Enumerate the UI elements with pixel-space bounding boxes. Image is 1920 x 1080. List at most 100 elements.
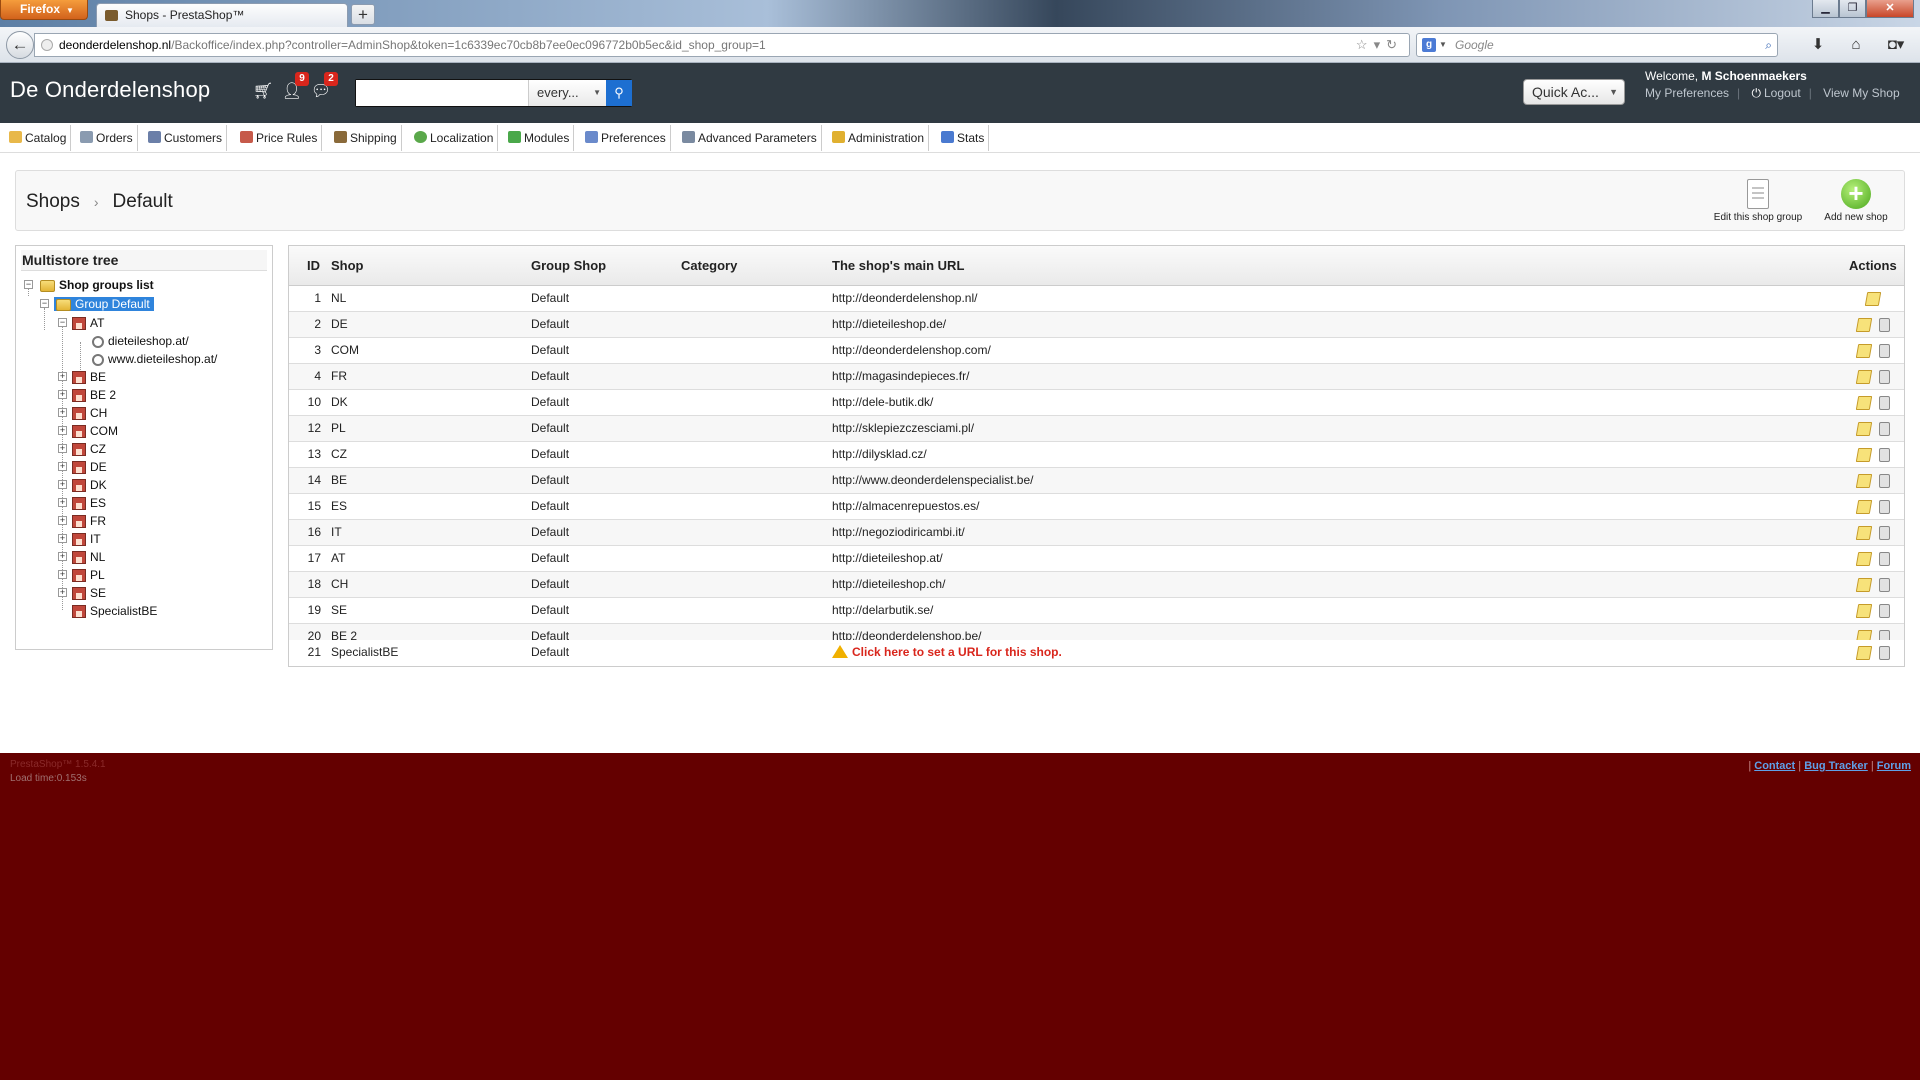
delete-trash-icon[interactable]: [1879, 396, 1890, 410]
expand-toggle-icon[interactable]: +: [58, 426, 67, 435]
delete-trash-icon[interactable]: [1879, 578, 1890, 592]
delete-trash-icon[interactable]: [1879, 370, 1890, 384]
edit-pencil-icon[interactable]: [1855, 578, 1873, 592]
tree-node-shop[interactable]: + FR: [56, 512, 106, 530]
tree-node-shop-at[interactable]: − AT: [56, 314, 104, 332]
delete-trash-icon[interactable]: [1879, 604, 1890, 618]
menu-item-customers[interactable]: Customers: [142, 125, 228, 151]
edit-shop-group-button[interactable]: Edit this shop group: [1708, 179, 1808, 223]
column-header-main-url[interactable]: The shop's main URL: [832, 246, 964, 286]
search-icon[interactable]: ⌕: [1765, 34, 1772, 56]
edit-pencil-icon[interactable]: [1855, 474, 1873, 488]
edit-pencil-icon[interactable]: [1855, 552, 1873, 566]
expand-toggle-icon[interactable]: +: [58, 372, 67, 381]
table-row[interactable]: 3 COM Default http://deonderdelenshop.co…: [289, 338, 1904, 364]
expand-toggle-icon[interactable]: +: [58, 516, 67, 525]
tree-node-shop[interactable]: + IT: [56, 530, 101, 548]
quick-access-select[interactable]: Quick Ac... ▼: [1523, 79, 1625, 105]
menu-item-catalog[interactable]: Catalog: [3, 125, 72, 151]
messages-icon[interactable]: 💬︎ 2: [310, 72, 338, 101]
delete-trash-icon[interactable]: [1879, 552, 1890, 566]
expand-toggle-icon[interactable]: +: [58, 552, 67, 561]
edit-pencil-icon[interactable]: [1864, 292, 1882, 306]
table-row[interactable]: 19 SE Default http://delarbutik.se/: [289, 598, 1904, 624]
table-row[interactable]: 16 IT Default http://negoziodiricambi.it…: [289, 520, 1904, 546]
admin-search-button[interactable]: ⚲: [606, 80, 632, 106]
my-preferences-link[interactable]: My Preferences: [1645, 86, 1729, 100]
engine-dropdown-icon[interactable]: ▼: [1439, 34, 1447, 56]
logout-link[interactable]: Logout: [1764, 86, 1801, 100]
tree-node-shop[interactable]: + DK: [56, 476, 107, 494]
google-engine-icon[interactable]: g: [1422, 38, 1436, 52]
menu-item-localization[interactable]: Localization: [408, 125, 499, 151]
edit-pencil-icon[interactable]: [1855, 448, 1873, 462]
table-row[interactable]: 1 NL Default http://deonderdelenshop.nl/: [289, 286, 1904, 312]
edit-pencil-icon[interactable]: [1855, 370, 1873, 384]
maximize-window-button[interactable]: ❐: [1839, 0, 1866, 18]
delete-trash-icon[interactable]: [1879, 422, 1890, 436]
bookmark-star-icon[interactable]: ☆: [1356, 37, 1374, 52]
site-identity-icon[interactable]: [41, 39, 53, 51]
delete-trash-icon[interactable]: [1879, 344, 1890, 358]
menu-item-stats[interactable]: Stats: [935, 125, 990, 151]
delete-trash-icon[interactable]: [1879, 318, 1890, 332]
url-bar[interactable]: deonderdelenshop.nl/Backoffice/index.php…: [34, 33, 1410, 57]
collapse-toggle-icon[interactable]: −: [24, 280, 33, 289]
url-history-dropdown-icon[interactable]: ▾: [1374, 37, 1387, 52]
menu-item-administration[interactable]: Administration: [826, 125, 930, 151]
menu-item-price-rules[interactable]: Price Rules: [234, 125, 323, 151]
tree-node-shop[interactable]: + COM: [56, 422, 118, 440]
column-header-group-shop[interactable]: Group Shop: [531, 246, 606, 286]
tree-node-shop[interactable]: + DE: [56, 458, 107, 476]
close-window-button[interactable]: ✕: [1866, 0, 1914, 18]
menu-item-orders[interactable]: Orders: [74, 125, 138, 151]
edit-pencil-icon[interactable]: [1855, 500, 1873, 514]
edit-pencil-icon[interactable]: [1855, 344, 1873, 358]
column-header-shop[interactable]: Shop: [331, 246, 364, 286]
admin-search-input[interactable]: [356, 80, 528, 106]
forum-link[interactable]: Forum: [1877, 760, 1911, 772]
collapse-toggle-icon[interactable]: −: [40, 299, 49, 308]
view-my-shop-link[interactable]: View My Shop: [1823, 86, 1899, 100]
expand-toggle-icon[interactable]: +: [58, 462, 67, 471]
tree-node-group-default[interactable]: − Group Default: [38, 295, 154, 313]
cart-icon[interactable]: 🛒︎: [252, 81, 274, 101]
menu-item-modules[interactable]: Modules: [502, 125, 575, 151]
menu-item-preferences[interactable]: Preferences: [579, 125, 671, 151]
expand-toggle-icon[interactable]: +: [58, 444, 67, 453]
table-row[interactable]: 17 AT Default http://dieteileshop.at/: [289, 546, 1904, 572]
customers-icon[interactable]: 👤︎ 9: [281, 72, 309, 101]
column-header-category[interactable]: Category: [681, 246, 737, 286]
contact-link[interactable]: Contact: [1754, 760, 1795, 772]
expand-toggle-icon[interactable]: +: [58, 570, 67, 579]
delete-trash-icon[interactable]: [1879, 500, 1890, 514]
table-row[interactable]: 13 CZ Default http://dilysklad.cz/: [289, 442, 1904, 468]
delete-trash-icon[interactable]: [1879, 474, 1890, 488]
reload-icon[interactable]: ↻: [1386, 37, 1403, 52]
tree-node-url[interactable]: www.dieteileshop.at/: [92, 350, 217, 368]
edit-pencil-icon[interactable]: [1855, 396, 1873, 410]
tree-node-shop[interactable]: + NL: [56, 548, 105, 566]
table-row[interactable]: 10 DK Default http://dele-butik.dk/: [289, 390, 1904, 416]
home-icon[interactable]: ⌂: [1843, 33, 1869, 57]
breadcrumb-root[interactable]: Shops: [26, 191, 80, 212]
tree-node-shop[interactable]: + ES: [56, 494, 106, 512]
menu-item-shipping[interactable]: Shipping: [328, 125, 402, 151]
tree-node-shop[interactable]: + BE 2: [56, 386, 116, 404]
delete-trash-icon[interactable]: [1879, 448, 1890, 462]
set-url-link[interactable]: Click here to set a URL for this shop.: [832, 640, 1062, 665]
tree-node-shop[interactable]: + CH: [56, 404, 107, 422]
tree-node-shop[interactable]: SpecialistBE: [56, 602, 157, 620]
tree-node-shop[interactable]: + CZ: [56, 440, 106, 458]
expand-toggle-icon[interactable]: +: [58, 408, 67, 417]
edit-pencil-icon[interactable]: [1855, 422, 1873, 436]
tree-node-shop[interactable]: + BE: [56, 368, 106, 386]
expand-toggle-icon[interactable]: +: [58, 390, 67, 399]
table-row[interactable]: 15 ES Default http://almacenrepuestos.es…: [289, 494, 1904, 520]
expand-toggle-icon[interactable]: +: [58, 480, 67, 489]
edit-pencil-icon[interactable]: [1855, 604, 1873, 618]
menu-item-advanced-parameters[interactable]: Advanced Parameters: [676, 125, 822, 151]
delete-trash-icon[interactable]: [1879, 526, 1890, 540]
tree-node-shop[interactable]: + SE: [56, 584, 106, 602]
column-header-id[interactable]: ID: [307, 246, 320, 286]
